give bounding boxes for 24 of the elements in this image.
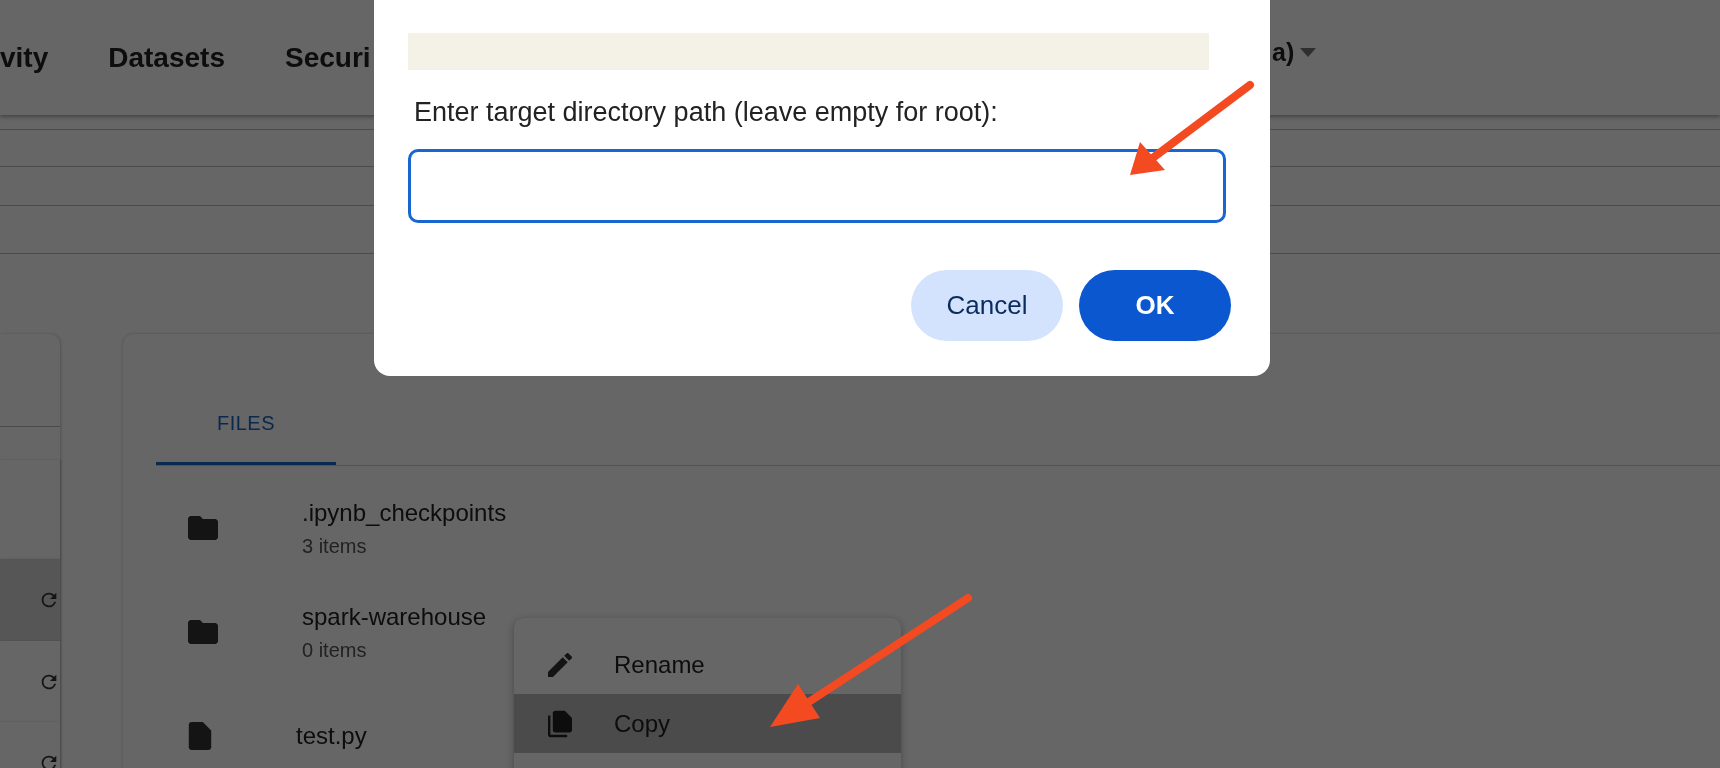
user-menu-label[interactable]: a) <box>1272 38 1295 67</box>
file-icon <box>188 722 212 750</box>
menu-item[interactable]: Copy <box>514 694 901 753</box>
tab[interactable]: FILES <box>156 384 336 465</box>
copy-icon <box>548 709 572 738</box>
item-count: 3 items <box>302 534 368 558</box>
cancel-button[interactable]: Cancel <box>911 270 1063 341</box>
caret-icon[interactable] <box>1300 48 1317 57</box>
folder-icon <box>188 516 218 540</box>
file-name[interactable]: .ipynb_checkpoints <box>302 498 507 527</box>
ok-button[interactable]: OK <box>1079 270 1231 341</box>
pencil-icon <box>548 652 572 677</box>
folder-icon <box>188 620 218 644</box>
nav-link[interactable]: Datasets <box>108 41 225 74</box>
input-field[interactable] <box>408 149 1226 223</box>
dialog-message: Enter target directory path (leave empty for root): <box>413 97 999 128</box>
nav-link[interactable]: vity <box>0 41 49 74</box>
side-list-row[interactable] <box>0 559 60 641</box>
menu-item[interactable]: Rename <box>514 635 901 694</box>
side-list-row[interactable] <box>0 640 60 723</box>
nav-link[interactable]: Securi <box>285 41 371 74</box>
file-name[interactable]: test.py <box>296 722 367 750</box>
file-name[interactable]: spark-warehouse <box>302 602 487 631</box>
item-count: 0 items <box>302 638 368 662</box>
